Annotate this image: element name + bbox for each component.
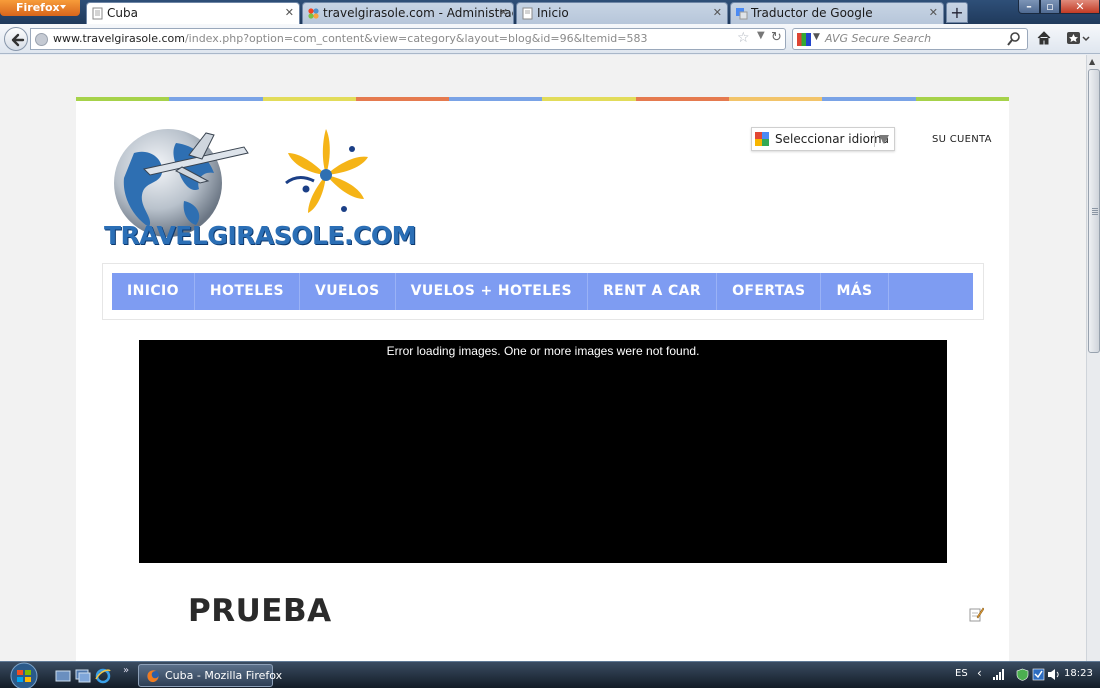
language-select-label: Seleccionar idioma xyxy=(775,132,889,146)
bookmarks-menu-icon[interactable] xyxy=(1066,30,1090,46)
google-translate-icon xyxy=(736,8,748,20)
search-icon[interactable] xyxy=(1007,31,1021,47)
close-window-button[interactable]: ✕ xyxy=(1060,0,1100,14)
network-icon[interactable] xyxy=(992,668,1005,681)
firefox-menu-label: Firefox xyxy=(16,1,60,14)
account-link[interactable]: SU CUENTA xyxy=(932,134,992,145)
taskbar-firefox-button[interactable]: Cuba - Mozilla Firefox xyxy=(138,664,282,687)
volume-icon[interactable] xyxy=(1047,668,1060,681)
windows-taskbar: » Cuba - Mozilla Firefox ES ‹ 18:23 xyxy=(0,661,1100,688)
home-icon[interactable] xyxy=(1036,30,1052,46)
tab-traductor[interactable]: Traductor de Google ✕ xyxy=(730,2,944,24)
url-history-dropdown-icon[interactable]: ▼ xyxy=(757,30,765,41)
menu-item-mas[interactable]: MÁS xyxy=(821,273,889,310)
taskbar-window-title: Cuba - Mozilla Firefox xyxy=(165,669,283,682)
page-icon xyxy=(92,7,103,20)
close-icon: ✕ xyxy=(1075,0,1085,13)
site-identity-icon[interactable] xyxy=(35,33,48,46)
chevron-down-icon xyxy=(879,135,889,144)
menu-item-vuelos-hoteles[interactable]: VUELOS + HOTELES xyxy=(396,273,588,310)
menu-item-ofertas[interactable]: OFERTAS xyxy=(717,273,822,310)
show-desktop-icon[interactable] xyxy=(55,668,71,684)
url-text[interactable]: www.travelgirasole.com/index.php?option=… xyxy=(53,32,647,45)
close-tab-icon[interactable]: ✕ xyxy=(929,3,938,23)
joomla-icon xyxy=(308,8,319,19)
scrollbar-thumb[interactable] xyxy=(1088,69,1100,353)
logo-text: TRAVELGIRASOLE.COM xyxy=(104,221,416,250)
minimize-button[interactable]: – xyxy=(1018,0,1040,14)
quick-launch-more-icon[interactable]: » xyxy=(123,665,129,676)
vertical-scrollbar[interactable]: ▲ xyxy=(1086,55,1100,661)
tab-label: Inicio xyxy=(537,6,569,20)
url-path: /index.php?option=com_content&view=categ… xyxy=(184,32,648,45)
grip-icon xyxy=(1092,208,1098,215)
internet-explorer-icon[interactable] xyxy=(95,668,111,684)
stripe-segment xyxy=(542,97,636,101)
stripe-segment xyxy=(915,97,1009,101)
tab-administracion[interactable]: travelgirasole.com - Administración ✕ xyxy=(302,2,514,24)
tab-inicio[interactable]: Inicio ✕ xyxy=(516,2,728,24)
article-title: PRUEBA xyxy=(188,593,332,629)
tab-label: travelgirasole.com - Administración xyxy=(323,6,513,20)
google-icon xyxy=(755,132,769,146)
bookmark-star-icon[interactable]: ☆ xyxy=(737,30,750,46)
back-arrow-icon xyxy=(11,33,25,47)
minimize-icon: – xyxy=(1026,0,1032,13)
main-menu-container: INICIO HOTELES VUELOS VUELOS + HOTELES R… xyxy=(102,263,984,320)
firefox-icon xyxy=(147,670,159,683)
menu-item-vuelos[interactable]: VUELOS xyxy=(300,273,396,310)
url-domain: www.travelgirasole.com xyxy=(53,32,185,45)
site-container: TRAVELGIRASOLE.COM Seleccionar idioma SU… xyxy=(76,97,1009,661)
avg-tray-icon[interactable] xyxy=(1032,668,1045,681)
page-icon xyxy=(522,7,533,20)
stripe-segment xyxy=(355,97,450,101)
search-placeholder: AVG Secure Search xyxy=(825,32,932,45)
stripe-segment xyxy=(262,97,356,101)
show-hidden-icons-icon[interactable]: ‹ xyxy=(977,666,982,680)
maximize-button[interactable]: ▫ xyxy=(1040,0,1060,14)
new-tab-button[interactable]: + xyxy=(946,2,968,23)
switch-windows-icon[interactable] xyxy=(75,668,91,684)
tab-cuba[interactable]: Cuba ✕ xyxy=(86,2,300,25)
search-bar[interactable]: ▼ AVG Secure Search xyxy=(792,28,1028,50)
reload-icon[interactable]: ↻ xyxy=(771,30,782,45)
stripe-segment xyxy=(169,97,263,101)
scroll-up-icon[interactable]: ▲ xyxy=(1089,57,1095,66)
security-shield-icon[interactable] xyxy=(1016,668,1029,681)
search-engine-dropdown-icon[interactable]: ▼ xyxy=(813,32,820,42)
main-menu: INICIO HOTELES VUELOS VUELOS + HOTELES R… xyxy=(112,273,973,310)
menu-item-inicio[interactable]: INICIO xyxy=(112,273,195,310)
stripe-segment xyxy=(822,97,916,101)
image-slideshow[interactable]: Error loading images. One or more images… xyxy=(139,340,947,563)
page-viewport: TRAVELGIRASOLE.COM Seleccionar idioma SU… xyxy=(0,55,1086,661)
address-bar[interactable]: www.travelgirasole.com/index.php?option=… xyxy=(30,28,786,50)
stripe-segment xyxy=(635,97,730,101)
tab-label: Traductor de Google xyxy=(751,6,873,20)
edit-icon[interactable] xyxy=(968,606,984,622)
select-divider xyxy=(874,131,875,147)
slideshow-error-message: Error loading images. One or more images… xyxy=(386,344,700,358)
stripe-segment xyxy=(449,97,543,101)
close-tab-icon[interactable]: ✕ xyxy=(285,3,294,23)
menu-item-hoteles[interactable]: HOTELES xyxy=(195,273,301,310)
tab-label: Cuba xyxy=(107,6,138,20)
menu-item-rent-a-car[interactable]: RENT A CAR xyxy=(588,273,718,310)
tab-strip: Firefox Cuba ✕ travelgirasole.com - Admi… xyxy=(0,0,1100,25)
maximize-icon: ▫ xyxy=(1046,0,1054,13)
avg-search-icon[interactable] xyxy=(797,33,811,46)
color-stripe xyxy=(76,97,1009,101)
plus-icon: + xyxy=(950,3,964,22)
stripe-segment xyxy=(729,97,823,101)
close-tab-icon[interactable]: ✕ xyxy=(713,3,722,23)
windows-start-icon[interactable] xyxy=(6,662,42,688)
close-tab-icon[interactable]: ✕ xyxy=(499,3,508,23)
chevron-down-icon xyxy=(60,5,66,9)
back-button[interactable] xyxy=(4,27,28,51)
input-language-indicator[interactable]: ES xyxy=(955,668,968,679)
language-select[interactable]: Seleccionar idioma xyxy=(751,127,895,151)
navigation-toolbar: www.travelgirasole.com/index.php?option=… xyxy=(0,24,1100,54)
firefox-menu-button[interactable]: Firefox xyxy=(0,0,80,16)
system-clock[interactable]: 18:23 xyxy=(1064,668,1093,679)
stripe-segment xyxy=(76,97,170,101)
